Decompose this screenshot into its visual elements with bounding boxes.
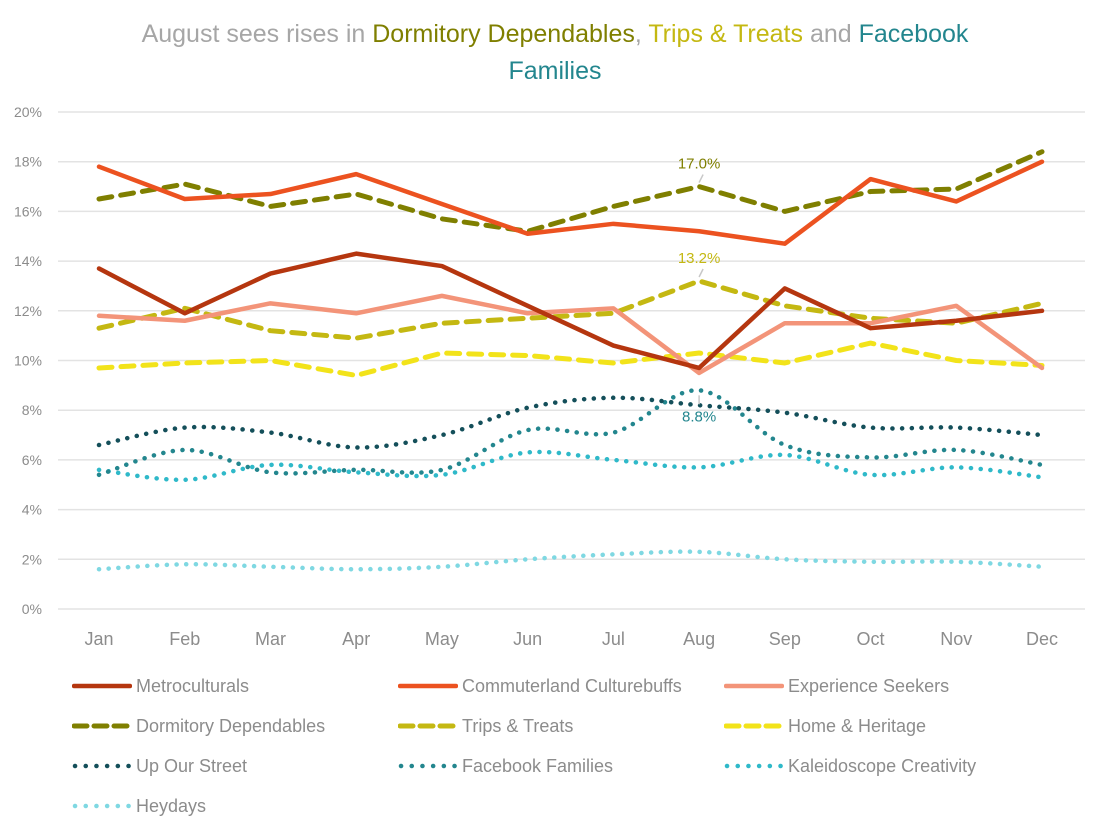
x-axis: Jan Feb Mar Apr May Jun Jul Aug Sep Oct Nov Dec (84, 629, 1058, 649)
x-tick-label: Oct (857, 629, 885, 649)
legend-item-home-heritage[interactable]: Home & Heritage (724, 706, 926, 746)
legend-item-dormitory-dependables[interactable]: Dormitory Dependables (72, 706, 325, 746)
legend-swatch (72, 683, 132, 689)
series-line-dormitory-dependables (96, 149, 1045, 234)
legend-swatch (724, 683, 784, 689)
y-tick-label: 14% (14, 253, 42, 269)
legend-swatch (398, 683, 458, 689)
legend-label: Kaleidoscope Creativity (788, 755, 977, 776)
legend-label: Home & Heritage (788, 715, 927, 736)
data-label: 8.8% (682, 408, 716, 425)
legend-item-up-our-street[interactable]: Up Our Street (72, 746, 247, 786)
x-tick-label: Jan (84, 629, 113, 649)
data-labels: 17.0% 13.2% 8.8% (678, 156, 721, 426)
data-label-leader (698, 174, 704, 183)
legend-item-kaleidoscope-creativity[interactable]: Kaleidoscope Creativity (724, 746, 976, 786)
legend-label: Commuterland Culturebuffs (462, 675, 682, 696)
series-line-kaleidoscope-creativity (96, 449, 1045, 483)
legend-item-facebook-families[interactable]: Facebook Families (398, 746, 613, 786)
x-tick-label: Apr (342, 629, 370, 649)
y-tick-label: 0% (22, 601, 42, 617)
legend-swatch (724, 763, 784, 769)
legend-item-metroculturals[interactable]: Metroculturals (72, 666, 249, 706)
y-tick-label: 20% (14, 104, 42, 120)
series-line-home-heritage (96, 340, 1045, 378)
y-tick-label: 18% (14, 154, 42, 170)
series-line-heydays (96, 549, 1045, 572)
legend-swatch (724, 723, 784, 729)
x-tick-label: Aug (683, 629, 715, 649)
y-tick-label: 10% (14, 353, 42, 369)
y-axis: 0% 2% 4% 6% 8% 10% 12% 14% 16% 18% 20% (14, 104, 42, 617)
legend-item-trips-treats[interactable]: Trips & Treats (398, 706, 573, 746)
legend-label: Trips & Treats (462, 715, 574, 736)
x-tick-label: Jul (602, 629, 625, 649)
legend-swatch (72, 763, 132, 769)
x-tick-label: Nov (940, 629, 972, 649)
series-line-up-our-street (96, 395, 1045, 450)
y-tick-label: 6% (22, 452, 42, 468)
data-label-leader (698, 268, 704, 278)
legend-swatch (398, 763, 458, 769)
legend-label: Dormitory Dependables (136, 715, 326, 736)
x-tick-label: Mar (255, 629, 286, 649)
legend-swatch (72, 723, 132, 729)
x-tick-label: Sep (769, 629, 801, 649)
y-tick-label: 8% (22, 402, 42, 418)
legend-item-commuterland-culturebuffs[interactable]: Commuterland Culturebuffs (398, 666, 682, 706)
y-tick-label: 2% (22, 551, 42, 567)
series-line-commuterland-culturebuffs (96, 159, 1045, 246)
legend-label: Experience Seekers (788, 675, 950, 696)
y-tick-label: 4% (22, 502, 42, 518)
legend-swatch (72, 803, 132, 809)
legend-label: Facebook Families (462, 755, 614, 776)
series-line-facebook-families (96, 388, 1045, 478)
x-tick-label: Jun (513, 629, 542, 649)
x-tick-label: May (425, 629, 459, 649)
legend-item-heydays[interactable]: Heydays (72, 786, 206, 826)
legend-swatch (398, 723, 458, 729)
data-label: 13.2% (678, 250, 721, 267)
legend-label: Up Our Street (136, 755, 248, 776)
data-label: 17.0% (678, 156, 721, 173)
legend-label: Heydays (136, 795, 207, 816)
y-tick-label: 16% (14, 203, 42, 219)
x-tick-label: Dec (1026, 629, 1058, 649)
legend-label: Metroculturals (136, 675, 250, 696)
x-tick-label: Feb (169, 629, 200, 649)
y-tick-label: 12% (14, 303, 42, 319)
legend-item-experience-seekers[interactable]: Experience Seekers (724, 666, 949, 706)
